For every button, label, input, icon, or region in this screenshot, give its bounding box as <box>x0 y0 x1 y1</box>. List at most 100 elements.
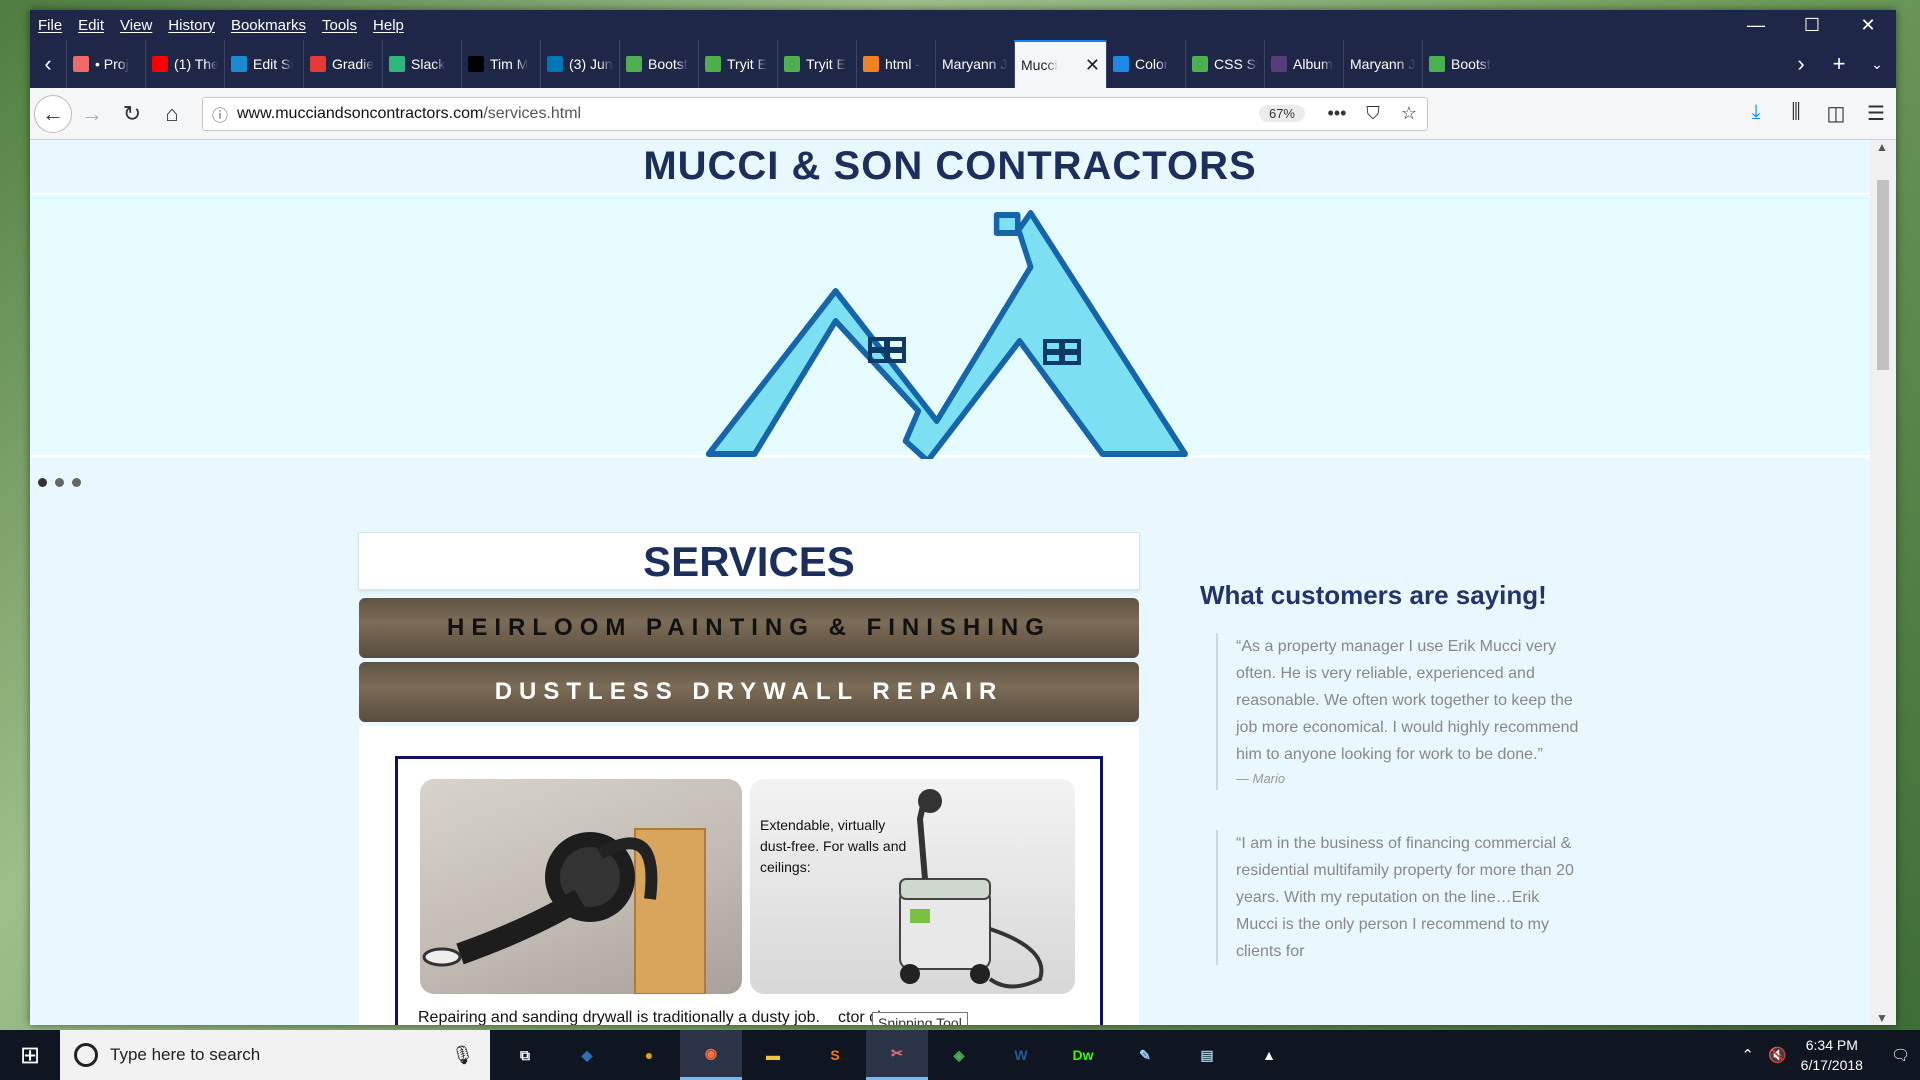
browser-tab[interactable]: Maryann Jo <box>935 40 1014 88</box>
paint-taskbar-button[interactable]: ✎ <box>1114 1030 1176 1080</box>
pocket-icon[interactable]: ⛉ <box>1355 103 1391 124</box>
linkedin-icon <box>547 56 563 72</box>
browser-tab[interactable]: (3) Jun <box>540 40 619 88</box>
browser-tab[interactable]: Bootst <box>1422 40 1501 88</box>
browser-tab[interactable]: Slack <box>382 40 461 88</box>
chrome-taskbar-button[interactable]: ● <box>618 1030 680 1080</box>
hamburger-menu-icon[interactable]: ☰ <box>1856 101 1896 126</box>
gitkraken-taskbar-button[interactable]: ◈ <box>928 1030 990 1080</box>
tab-label: html - <box>885 56 920 72</box>
menu-edit[interactable]: Edit <box>70 17 112 34</box>
sidebar-icon[interactable]: ◫ <box>1816 101 1856 126</box>
reload-icon[interactable]: ↻ <box>112 94 152 134</box>
firefox-taskbar-button[interactable]: ◉ <box>680 1030 742 1080</box>
tab-label: Edit Si <box>253 56 294 72</box>
service-detail-frame: Extendable, virtually dust-free. For wal… <box>395 756 1103 1025</box>
browser-tab[interactable]: • Proj <box>66 40 145 88</box>
list-all-tabs-icon[interactable]: ⌄ <box>1858 56 1896 73</box>
gitkraken-icon: ◈ <box>953 1046 965 1063</box>
new-tab-icon[interactable]: + <box>1820 51 1858 77</box>
mysql-workbench-taskbar-button[interactable]: ◆ <box>556 1030 618 1080</box>
home-icon[interactable]: ⌂ <box>152 94 192 134</box>
scroll-up-icon[interactable]: ▲ <box>1876 140 1888 154</box>
carousel-dot[interactable] <box>72 478 81 487</box>
w3schools-icon <box>1429 56 1445 72</box>
library-icon[interactable]: ⫼ <box>1776 101 1816 126</box>
browser-tab[interactable]: Bootst <box>619 40 698 88</box>
windows-start-icon[interactable]: ⊞ <box>0 1041 60 1070</box>
bookmark-star-icon[interactable]: ☆ <box>1391 103 1427 124</box>
menu-history[interactable]: History <box>160 17 223 34</box>
browser-tab[interactable]: Edit Si <box>224 40 303 88</box>
sublime-text-icon: S <box>830 1047 840 1063</box>
photos-taskbar-button[interactable]: ▲ <box>1238 1030 1300 1080</box>
minimize-button[interactable]: — <box>1728 15 1784 36</box>
dreamweaver-taskbar-button[interactable]: Dw <box>1052 1030 1114 1080</box>
clock[interactable]: 6:34 PM 6/17/2018 <box>1801 1035 1863 1075</box>
close-tab-icon[interactable]: ✕ <box>1085 55 1100 76</box>
drywall-sander-photo <box>420 779 742 994</box>
browser-tab[interactable]: Tryit E <box>698 40 777 88</box>
menu-tools[interactable]: Tools <box>314 17 365 34</box>
service-button-drywall[interactable]: DUSTLESS DRYWALL REPAIR <box>359 662 1139 722</box>
sublime-text-taskbar-button[interactable]: S <box>804 1030 866 1080</box>
browser-tab[interactable]: Tryit E <box>777 40 856 88</box>
carousel-dot[interactable] <box>38 478 47 487</box>
w3schools-icon <box>705 56 721 72</box>
service-button-painting[interactable]: HEIRLOOM PAINTING & FINISHING <box>359 598 1139 658</box>
testimonial-author: — Mario <box>1236 771 1286 786</box>
browser-tab[interactable]: Color <box>1106 40 1185 88</box>
scrollbar-thumb[interactable] <box>1877 180 1889 370</box>
browser-tab[interactable]: Album <box>1264 40 1343 88</box>
microphone-icon[interactable]: 🎙 <box>451 1045 474 1066</box>
testimonial-text: “I am in the business of financing comme… <box>1236 835 1574 960</box>
github-icon <box>468 56 484 72</box>
show-hidden-icons-icon[interactable]: ⌃ <box>1741 1046 1754 1064</box>
testimonials-section: What customers are saying! “As a propert… <box>1200 580 1580 965</box>
browser-tab[interactable]: Mucci ✕ <box>1014 40 1106 88</box>
vertical-scrollbar[interactable]: ▲ ▼ <box>1870 140 1896 1025</box>
forward-icon[interactable]: → <box>72 94 112 134</box>
task-view-taskbar-button[interactable]: ⧉ <box>494 1030 556 1080</box>
page-actions-icon[interactable]: ••• <box>1319 103 1355 124</box>
tab-label: (3) Jun <box>569 56 613 72</box>
file-explorer-taskbar-button[interactable]: ▬ <box>742 1030 804 1080</box>
scroll-tabs-left-icon[interactable]: ‹ <box>30 40 66 88</box>
word-taskbar-button[interactable]: W <box>990 1030 1052 1080</box>
scroll-down-icon[interactable]: ▼ <box>1876 1011 1888 1025</box>
notes-taskbar-button[interactable]: ▤ <box>1176 1030 1238 1080</box>
site-info-icon[interactable]: ⓘ <box>203 102 237 126</box>
testimonials-heading: What customers are saying! <box>1200 580 1547 610</box>
browser-tab[interactable]: CSS St <box>1185 40 1264 88</box>
action-center-icon[interactable]: 🗨 <box>1891 1046 1910 1064</box>
browser-tab[interactable]: html - <box>856 40 935 88</box>
menu-help[interactable]: Help <box>365 17 412 34</box>
taskbar-search[interactable]: Type here to search 🎙 <box>60 1030 490 1080</box>
scroll-tabs-right-icon[interactable]: › <box>1782 51 1820 77</box>
close-window-button[interactable]: ✕ <box>1840 15 1896 36</box>
menu-view[interactable]: View <box>112 17 160 34</box>
tab-label: CSS St <box>1214 56 1258 72</box>
maximize-button[interactable]: ☐ <box>1784 15 1840 36</box>
w3schools-icon <box>626 56 642 72</box>
downloads-icon[interactable]: ⤓ <box>1736 101 1776 126</box>
menu-bar: File Edit View History Bookmarks Tools H… <box>30 10 1896 40</box>
dust-extractor-photo: Extendable, virtually dust-free. For wal… <box>750 779 1075 994</box>
youtube-icon <box>152 56 168 72</box>
menu-file[interactable]: File <box>30 17 70 34</box>
browser-tab[interactable]: (1) The <box>145 40 224 88</box>
snipping-tool-taskbar-button[interactable]: ✂ <box>866 1030 928 1080</box>
back-icon[interactable]: ← <box>34 94 72 133</box>
edit-icon <box>231 56 247 72</box>
url-bar[interactable]: ⓘ www.mucciandsoncontractors.com/service… <box>202 96 1428 131</box>
volume-muted-icon[interactable]: 🔇 <box>1768 1046 1787 1064</box>
file-explorer-icon: ▬ <box>766 1047 780 1063</box>
carousel-dot[interactable] <box>55 478 64 487</box>
browser-tab[interactable]: Maryann Jo <box>1343 40 1422 88</box>
browser-tab[interactable]: Gradie <box>303 40 382 88</box>
zoom-level-button[interactable]: 67% <box>1258 105 1305 122</box>
tab-strip: ‹ • Proj (1) The Edit Si Gradie Slack Tim M (3… <box>30 40 1896 88</box>
tab-label: Tryit E <box>806 56 846 72</box>
browser-tab[interactable]: Tim M <box>461 40 540 88</box>
menu-bookmarks[interactable]: Bookmarks <box>223 17 314 34</box>
